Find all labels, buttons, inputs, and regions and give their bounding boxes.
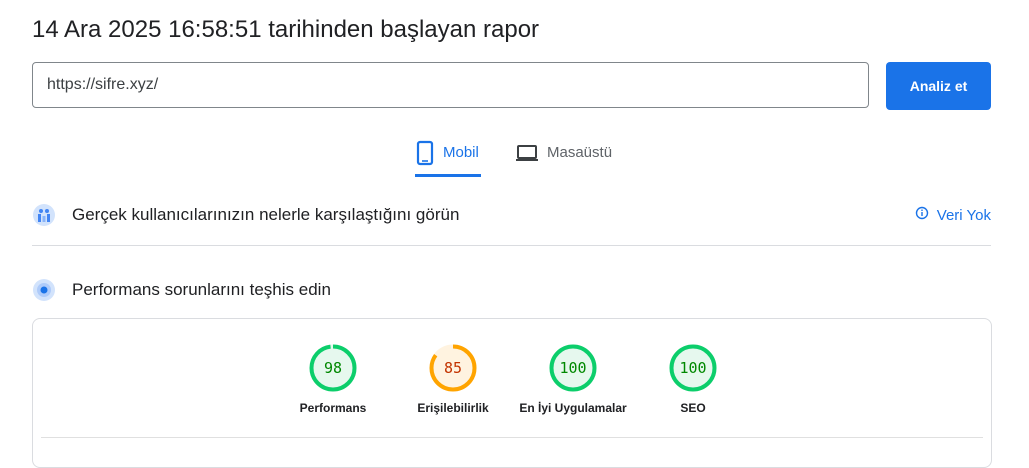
score-label: Erişilebilirlik (417, 401, 489, 415)
laptop-icon (515, 140, 539, 171)
score-label: Performans (299, 401, 367, 415)
field-data-heading: Gerçek kullanıcılarınızın nelerle karşıl… (72, 205, 460, 224)
users-chart-icon (32, 203, 56, 227)
score-gauge[interactable]: 85 Erişilebilirlik (393, 343, 513, 415)
score-gauge[interactable]: 100 En İyi Uygulamalar (513, 343, 633, 415)
score-value: 85 (444, 359, 462, 377)
score-ring: 98 (309, 344, 357, 392)
score-ring: 100 (669, 344, 717, 392)
score-value: 98 (324, 359, 342, 377)
field-data-section: Gerçek kullanıcılarınızın nelerle karşıl… (32, 200, 991, 230)
score-gauge[interactable]: 100 SEO (633, 343, 753, 415)
score-value: 100 (559, 359, 586, 377)
divider (32, 245, 991, 246)
report-title: 14 Ara 2025 16:58:51 tarihinden başlayan… (32, 16, 540, 43)
score-ring: 100 (549, 344, 597, 392)
no-data-label: Veri Yok (936, 206, 991, 224)
url-input[interactable] (32, 62, 869, 108)
lab-data-heading: Performans sorunlarını teşhis edin (72, 280, 331, 299)
lab-data-section: Performans sorunlarını teşhis edin (32, 275, 991, 305)
tab-mobile[interactable]: Mobil (415, 140, 481, 177)
tab-desktop[interactable]: Masaüstü (515, 140, 612, 177)
tab-mobile-label: Mobil (443, 144, 479, 161)
score-gauge[interactable]: 98 Performans (273, 343, 393, 415)
info-icon (915, 206, 929, 224)
no-data-link[interactable]: Veri Yok (915, 206, 991, 224)
score-label: En İyi Uygulamalar (519, 401, 627, 415)
score-value: 100 (679, 359, 706, 377)
scores-card: 98 Performans 85 Erişilebilirlik 100 En İyi U… (32, 318, 992, 468)
lighthouse-icon (32, 278, 56, 302)
analyze-button[interactable]: Analiz et (886, 62, 991, 110)
score-ring: 85 (429, 344, 477, 392)
tab-desktop-label: Masaüstü (547, 144, 613, 161)
card-divider (41, 437, 983, 438)
phone-icon (415, 140, 435, 171)
score-label: SEO (680, 401, 706, 415)
